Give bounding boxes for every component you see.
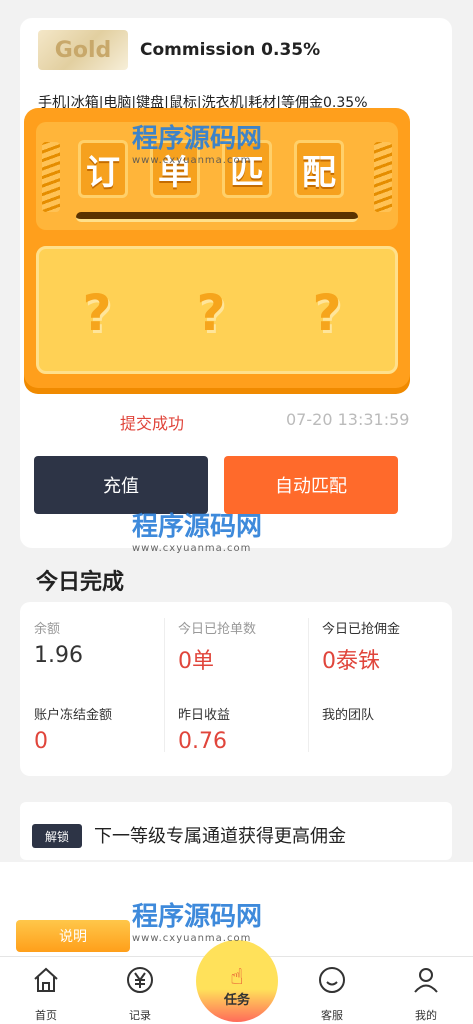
stat-frozen: 账户冻结金额 0 <box>34 704 164 754</box>
tab-label: 客服 <box>321 1009 343 1022</box>
explain-button[interactable]: 说明 <box>16 920 130 952</box>
commission-rate: Commission 0.35% <box>140 40 321 60</box>
chat-icon <box>302 965 362 999</box>
slot-question-2: ? <box>196 284 226 342</box>
stat-orders-today: 今日已抢单数 0单 <box>178 618 308 675</box>
stat-label: 昨日收益 <box>178 708 231 723</box>
submit-timestamp: 07-20 13:31:59 <box>286 410 410 429</box>
watermark: 程序源码网 www.cxyuanma.com <box>132 118 262 166</box>
stat-value: 0.76 <box>178 729 227 754</box>
watermark-url: www.cxyuanma.com <box>132 543 252 554</box>
stat-commission-today: 今日已抢佣金 0泰铢 <box>322 618 452 675</box>
submit-status: 提交成功 <box>120 414 185 433</box>
unlock-card[interactable]: 解锁 下一等级专属通道获得更高佣金 <box>20 802 452 860</box>
tile-pair: 配 <box>294 140 344 198</box>
tab-label: 任务 <box>223 993 250 1008</box>
stat-label: 我的团队 <box>322 708 375 723</box>
slot-question-3: ? <box>312 284 342 342</box>
stat-balance: 余额 1.96 <box>34 618 164 668</box>
user-icon <box>396 965 456 999</box>
home-icon <box>16 965 76 999</box>
tab-label: 记录 <box>129 1009 151 1022</box>
watermark-text: 程序源码网 <box>132 124 263 154</box>
tab-records[interactable]: 记录 <box>110 965 170 1023</box>
today-title: 今日完成 <box>36 570 125 595</box>
tile-order: 订 <box>78 140 128 198</box>
watermark-url: www.cxyuanma.com <box>132 155 252 166</box>
machine-slots: ? ? ? <box>36 246 398 374</box>
gold-level-badge: Gold <box>38 30 128 70</box>
watermark: 程序源码网 www.cxyuanma.com <box>132 896 262 944</box>
stat-value: 1.96 <box>34 643 83 668</box>
tab-service[interactable]: 客服 <box>302 965 362 1023</box>
watermark-text: 程序源码网 <box>132 902 263 932</box>
divider <box>164 618 165 752</box>
slot-question-1: ? <box>82 284 112 342</box>
stat-value: 0泰铢 <box>322 649 380 674</box>
stats-card: 余额 1.96 今日已抢单数 0单 今日已抢佣金 0泰铢 账户冻结金额 0 昨日… <box>20 602 452 776</box>
stat-label: 余额 <box>34 622 61 637</box>
stripes-right <box>374 142 392 212</box>
slot-bar <box>76 212 358 222</box>
watermark: 程序源码网 www.cxyuanma.com <box>132 506 262 554</box>
stat-label: 账户冻结金额 <box>34 708 113 723</box>
unlock-tag: 解锁 <box>32 824 82 848</box>
stat-yesterday-income: 昨日收益 0.76 <box>178 704 308 754</box>
stripes-left <box>42 142 60 212</box>
watermark-text: 程序源码网 <box>132 512 263 542</box>
stat-label: 今日已抢佣金 <box>322 622 401 637</box>
tab-home[interactable]: 首页 <box>16 965 76 1023</box>
yen-icon <box>110 965 170 999</box>
tab-mine[interactable]: 我的 <box>396 965 456 1023</box>
watermark-url: www.cxyuanma.com <box>132 933 252 944</box>
stat-value: 0 <box>34 729 48 754</box>
tab-label: 首页 <box>35 1009 57 1022</box>
tap-icon: ☝ <box>230 965 244 990</box>
tab-label: 我的 <box>415 1009 437 1022</box>
tab-task[interactable]: ☝ 任务 <box>196 940 278 1022</box>
stat-label: 今日已抢单数 <box>178 622 257 637</box>
stat-my-team[interactable]: 我的团队 <box>322 704 452 729</box>
unlock-text: 下一等级专属通道获得更高佣金 <box>94 826 346 847</box>
divider <box>308 618 309 752</box>
stat-value: 0单 <box>178 649 214 674</box>
